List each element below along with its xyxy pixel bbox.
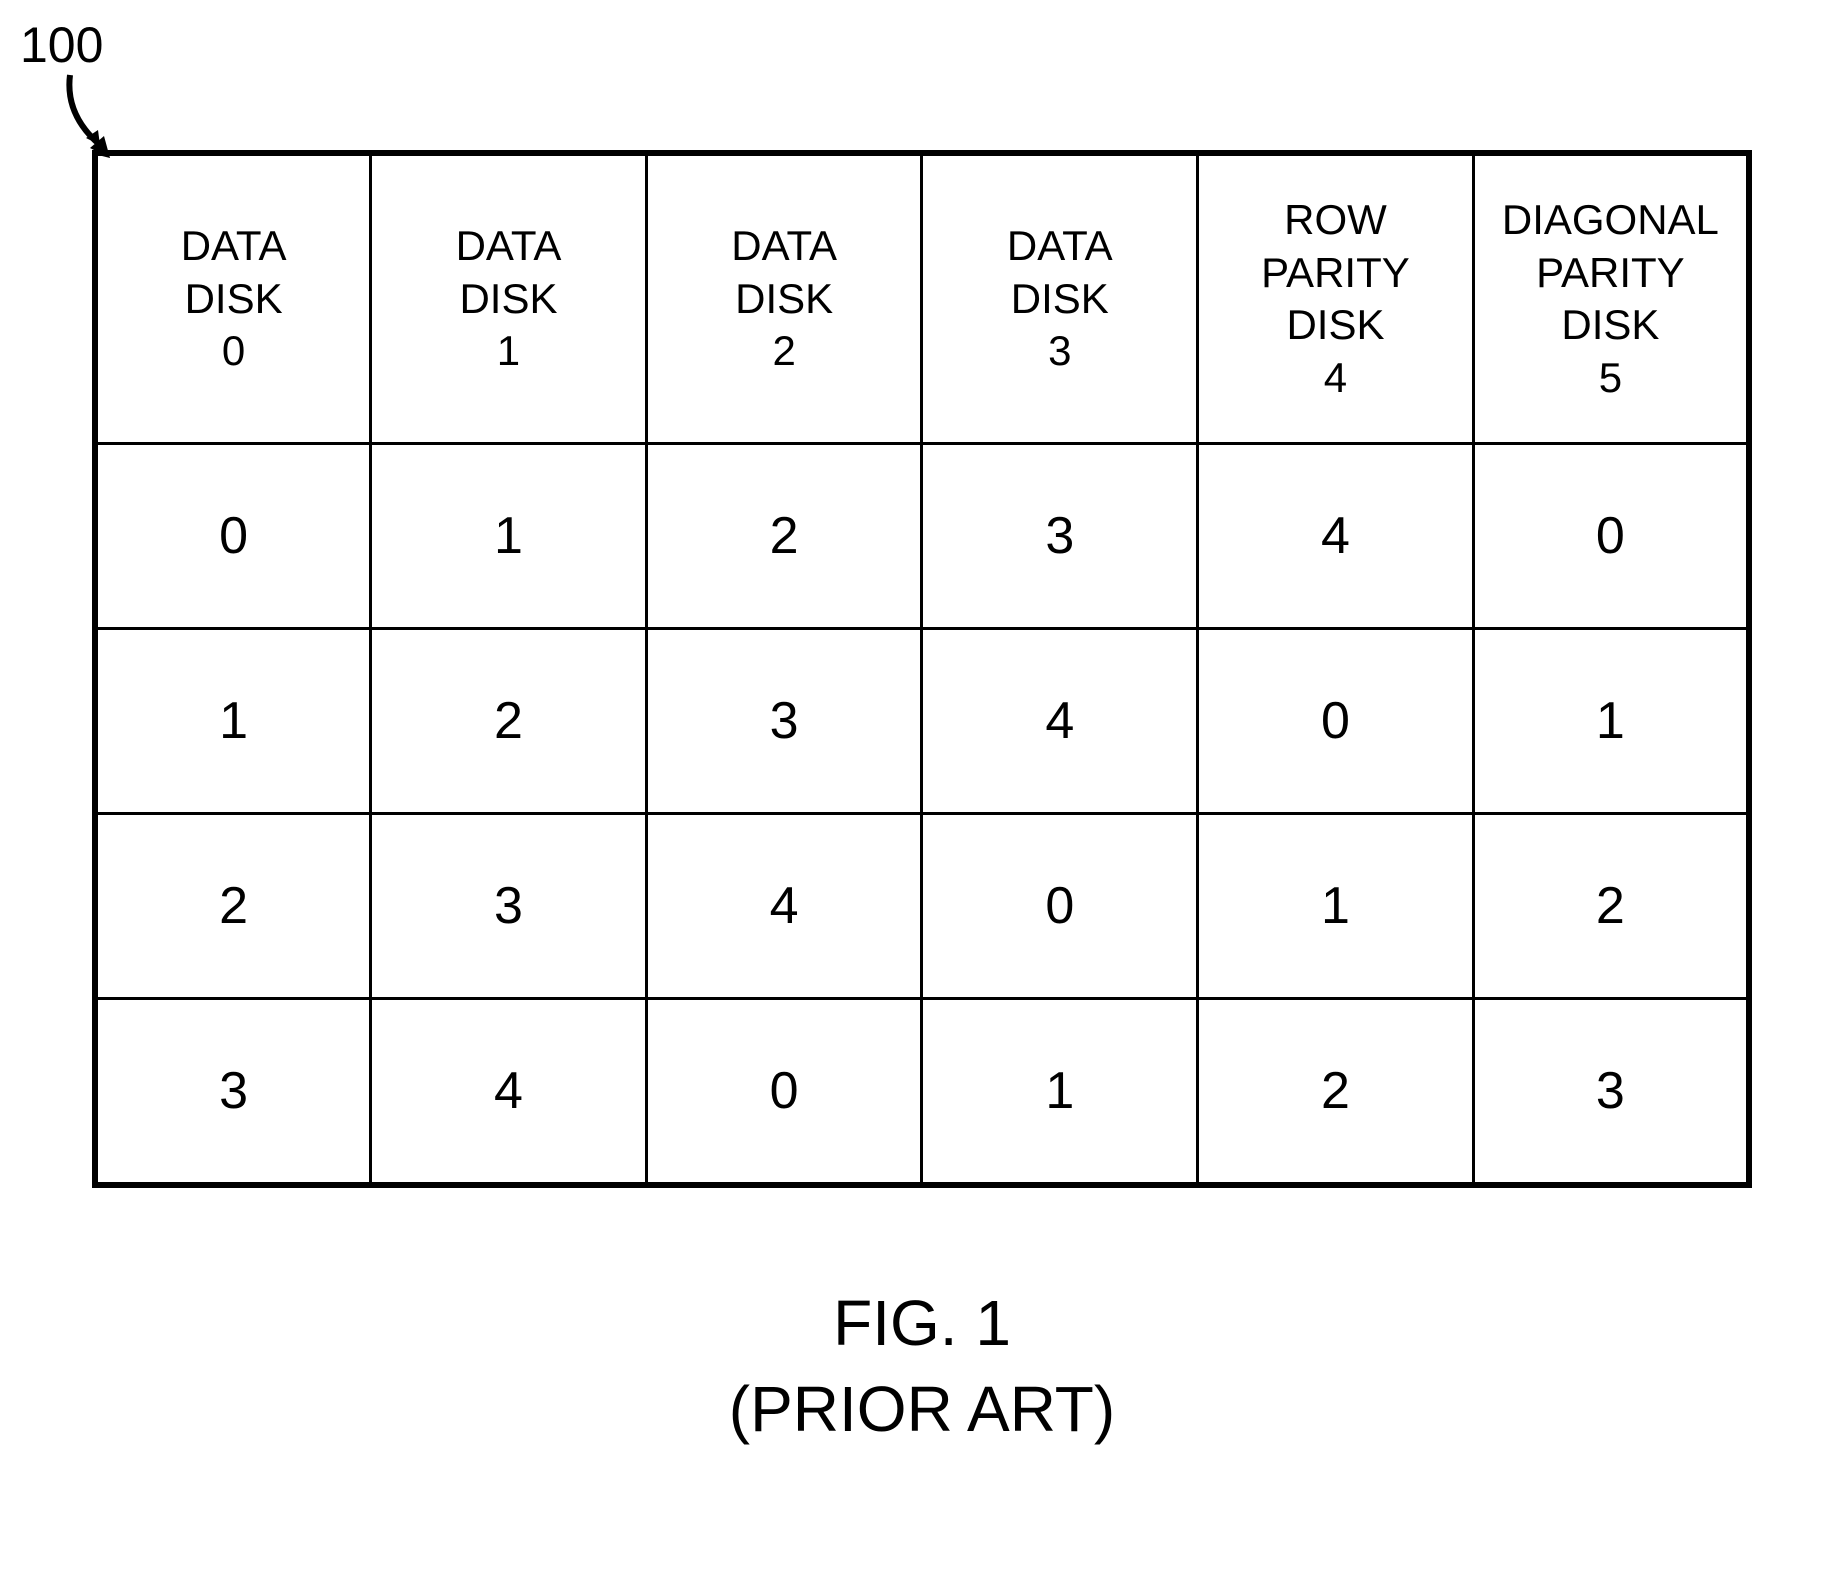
reference-number: 100	[20, 20, 103, 70]
table-cell: 2	[371, 629, 647, 814]
table-cell: 2	[1198, 999, 1474, 1186]
table-cell: 1	[922, 999, 1198, 1186]
table-cell: 3	[1473, 999, 1749, 1186]
table-cell: 1	[1473, 629, 1749, 814]
column-header: DATA DISK 3	[922, 153, 1198, 444]
table-cell: 0	[1473, 444, 1749, 629]
table-cell: 3	[922, 444, 1198, 629]
table-cell: 1	[95, 629, 371, 814]
figure-page: 100 DATA DISK 0 DATA DISK 1 DATA DISK 2 …	[0, 0, 1844, 1590]
table-cell: 2	[646, 444, 922, 629]
caption-line-2: (PRIOR ART)	[0, 1366, 1844, 1452]
column-header: DATA DISK 0	[95, 153, 371, 444]
table-cell: 1	[1198, 814, 1474, 999]
table-cell: 0	[95, 444, 371, 629]
table-cell: 2	[95, 814, 371, 999]
table-cell: 0	[646, 999, 922, 1186]
column-header: DIAGONAL PARITY DISK 5	[1473, 153, 1749, 444]
table-cell: 4	[646, 814, 922, 999]
column-header: DATA DISK 2	[646, 153, 922, 444]
column-header: ROW PARITY DISK 4	[1198, 153, 1474, 444]
table-cell: 0	[1198, 629, 1474, 814]
column-header: DATA DISK 1	[371, 153, 647, 444]
table-row: 0 1 2 3 4 0	[95, 444, 1749, 629]
table-cell: 3	[646, 629, 922, 814]
table-header-row: DATA DISK 0 DATA DISK 1 DATA DISK 2 DATA…	[95, 153, 1749, 444]
table-cell: 1	[371, 444, 647, 629]
raid-layout-table: DATA DISK 0 DATA DISK 1 DATA DISK 2 DATA…	[92, 150, 1752, 1188]
table-row: 1 2 3 4 0 1	[95, 629, 1749, 814]
caption-line-1: FIG. 1	[0, 1280, 1844, 1366]
table-row: 3 4 0 1 2 3	[95, 999, 1749, 1186]
table-cell: 0	[922, 814, 1198, 999]
table-cell: 3	[371, 814, 647, 999]
table-cell: 4	[371, 999, 647, 1186]
figure-caption: FIG. 1 (PRIOR ART)	[0, 1280, 1844, 1453]
table-cell: 3	[95, 999, 371, 1186]
table-cell: 2	[1473, 814, 1749, 999]
table-row: 2 3 4 0 1 2	[95, 814, 1749, 999]
table-cell: 4	[922, 629, 1198, 814]
pointer-arrow-icon	[60, 70, 120, 160]
raid-table-container: DATA DISK 0 DATA DISK 1 DATA DISK 2 DATA…	[92, 150, 1752, 1188]
table-cell: 4	[1198, 444, 1474, 629]
